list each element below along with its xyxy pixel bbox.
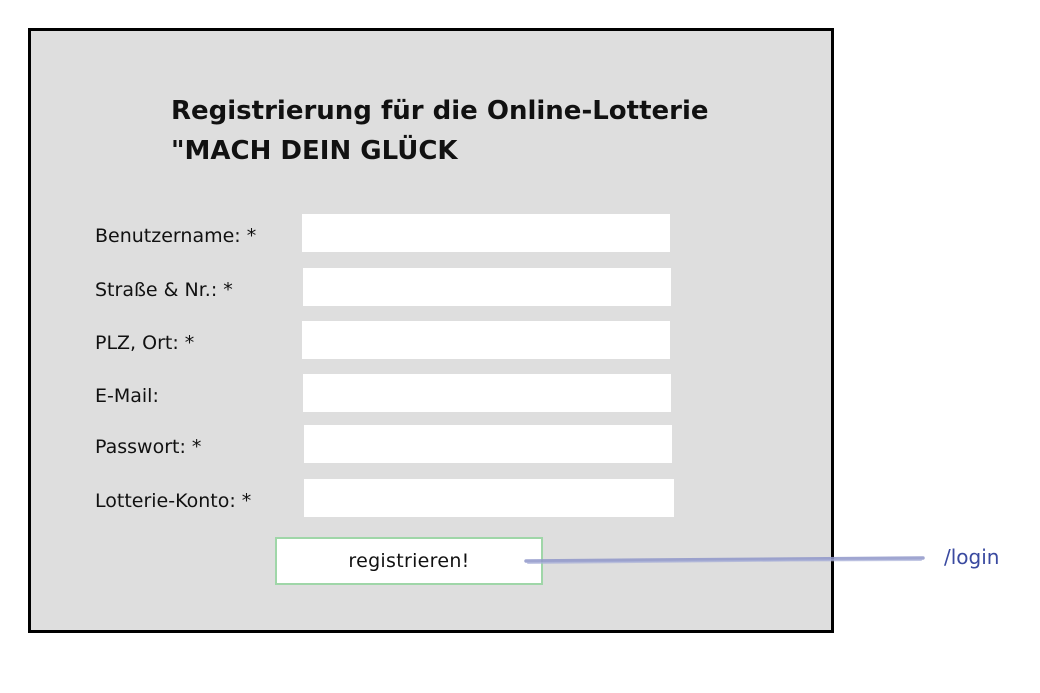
email-label: E-Mail:	[95, 385, 159, 407]
username-row: Benutzername: *	[95, 214, 715, 252]
login-route-link[interactable]: /login	[944, 545, 999, 569]
postcode-city-label: PLZ, Ort: *	[95, 332, 195, 354]
lottery-account-label: Lotterie-Konto: *	[95, 490, 252, 512]
lottery-account-row: Lotterie-Konto: *	[95, 479, 715, 517]
page: Registrierung für die Online-Lotterie "M…	[0, 0, 1040, 693]
username-label: Benutzername: *	[95, 225, 257, 247]
password-row: Passwort: *	[95, 425, 715, 463]
postcode-city-row: PLZ, Ort: *	[95, 321, 715, 359]
lottery-account-input[interactable]	[304, 479, 674, 517]
street-label: Straße & Nr.: *	[95, 279, 233, 301]
street-input[interactable]	[303, 268, 671, 306]
postcode-city-input[interactable]	[302, 321, 670, 359]
form-title: Registrierung für die Online-Lotterie "M…	[171, 91, 731, 171]
email-input[interactable]	[303, 374, 671, 412]
form-title-line-1: Registrierung für die Online-Lotterie	[171, 96, 709, 126]
form-title-line-2: "MACH DEIN GLÜCK	[171, 136, 458, 166]
username-input[interactable]	[302, 214, 670, 252]
register-button[interactable]: registrieren!	[275, 537, 543, 585]
email-row: E-Mail:	[95, 374, 715, 412]
password-label: Passwort: *	[95, 436, 202, 458]
password-input[interactable]	[304, 425, 672, 463]
street-row: Straße & Nr.: *	[95, 268, 715, 306]
